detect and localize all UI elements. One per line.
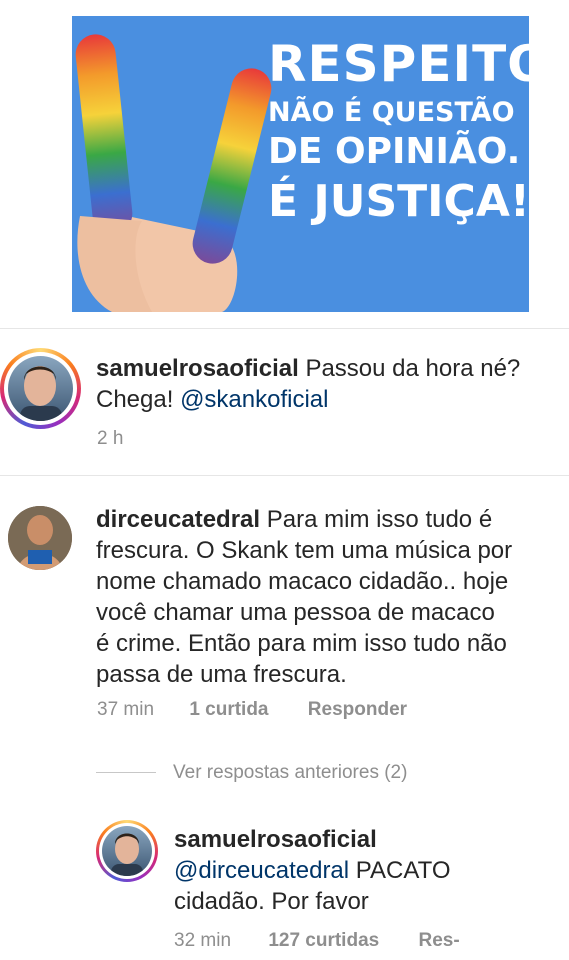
avatar-portrait-icon <box>111 833 143 876</box>
comment-line: nome chamado macaco cidadão.. hoje <box>96 568 509 595</box>
comment-username[interactable]: samuelrosaoficial <box>96 355 299 382</box>
poster-line-3: DE OPINIÃO. <box>268 130 521 172</box>
post-image[interactable]: RESPEITO NÃO É QUESTÃO DE OPINIÃO. É JUS… <box>72 16 529 312</box>
avatar[interactable] <box>102 826 152 876</box>
mention-link[interactable]: @dirceucatedral <box>174 857 349 884</box>
view-previous-replies[interactable]: Ver respostas anteriores (2) <box>173 762 407 784</box>
reply-button[interactable]: Responder <box>308 699 407 720</box>
reply-comment: samuelrosaoficial @dirceucatedral PACATO… <box>174 824 554 917</box>
mention-link[interactable]: @skankoficial <box>180 386 328 413</box>
comment-text-continued: Chega! <box>96 386 181 413</box>
avatar[interactable] <box>8 506 72 570</box>
avatar-portrait-icon <box>20 366 62 421</box>
comment-text: Para mim isso tudo é <box>266 506 493 533</box>
divider <box>0 475 569 476</box>
comment-text: PACATO <box>349 857 451 884</box>
avatar-portrait-icon <box>8 506 72 570</box>
comment-line: passa de uma frescura. <box>96 661 347 688</box>
comment-line: é crime. Então para mim isso tudo não <box>96 630 507 657</box>
comment-time: 37 min <box>97 699 155 720</box>
comment-line: cidadão. Por favor <box>174 888 369 915</box>
poster-line-2: NÃO É QUESTÃO <box>268 96 515 128</box>
reply-meta: 32 min 127 curtidas Res- <box>174 930 564 952</box>
comment-username[interactable]: samuelrosaoficial <box>174 824 554 855</box>
likes-count[interactable]: 1 curtida <box>189 699 268 720</box>
replies-divider-line <box>96 772 156 773</box>
reply-button[interactable]: Res- <box>419 930 460 951</box>
comment-text: Passou da hora né? <box>305 355 521 382</box>
comment-time: 2 h <box>97 428 124 449</box>
poster-line-4: É JUSTIÇA! <box>268 175 529 227</box>
comment-time: 32 min <box>174 930 232 951</box>
comment-1: samuelrosaoficial Passou da hora né? Che… <box>96 353 556 415</box>
avatar[interactable] <box>8 356 73 421</box>
comment-meta: 37 min 1 curtida Responder <box>97 699 537 721</box>
divider <box>0 328 569 329</box>
comment-line: você chamar uma pessoa de macaco <box>96 599 495 626</box>
rainbow-fingers-image <box>75 34 272 312</box>
comment-username[interactable]: dirceucatedral <box>96 506 260 533</box>
comment-2: dirceucatedral Para mim isso tudo é fres… <box>96 504 561 690</box>
poster-line-1: RESPEITO <box>268 35 529 93</box>
comment-line: frescura. O Skank tem uma música por <box>96 537 513 564</box>
poster-text: RESPEITO NÃO É QUESTÃO DE OPINIÃO. É JUS… <box>268 38 529 225</box>
likes-count[interactable]: 127 curtidas <box>268 930 379 951</box>
